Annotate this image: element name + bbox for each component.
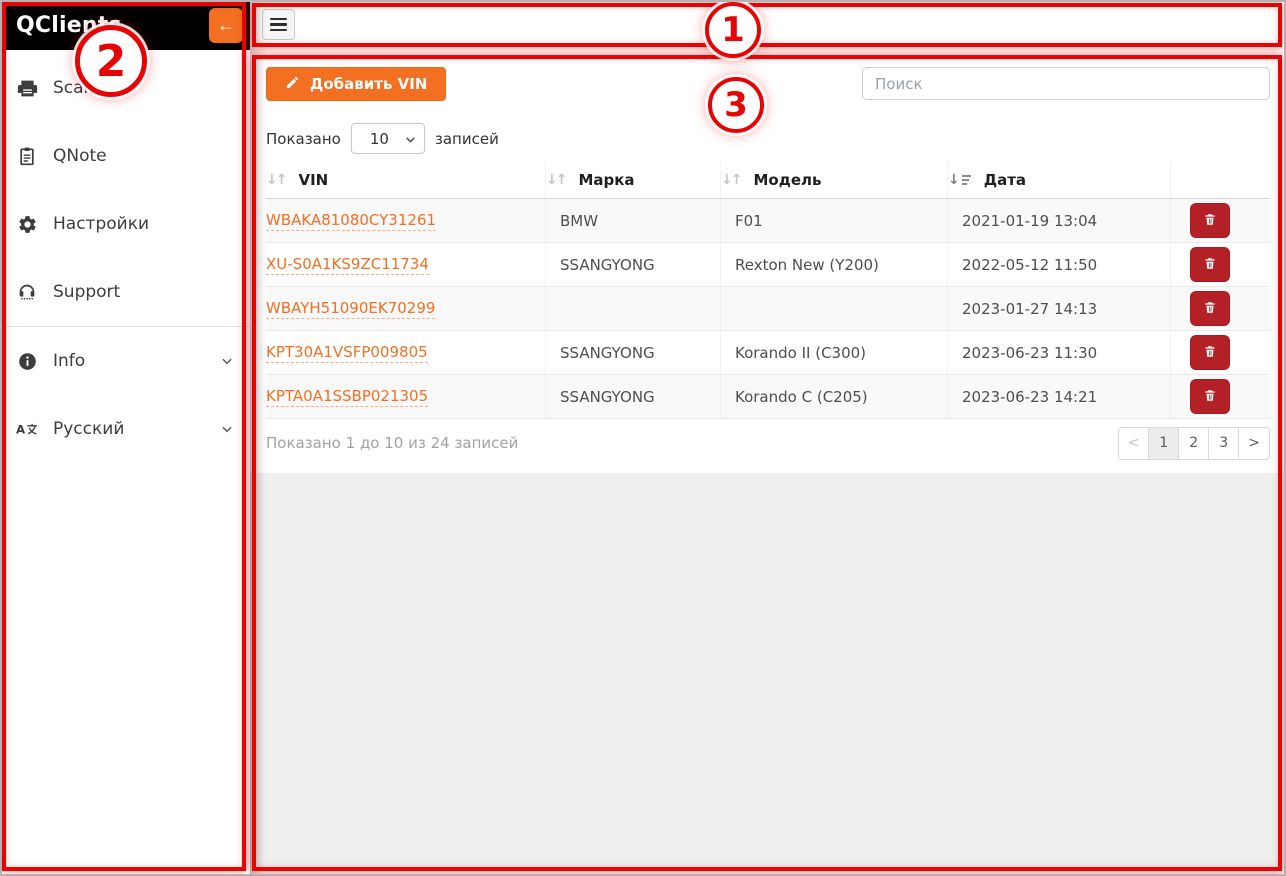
sort-icon: ↓↑	[721, 172, 740, 188]
toolbar-row: Добавить VIN	[266, 46, 1270, 101]
brand-cell: SSANGYONG	[546, 243, 721, 286]
date-cell: 2021-01-19 13:04	[948, 199, 1171, 242]
date-cell: 2023-01-27 14:13	[948, 287, 1171, 330]
delete-button[interactable]	[1190, 335, 1230, 370]
vin-link[interactable]: KPT30A1VSFP009805	[266, 343, 428, 363]
date-cell: 2022-05-12 11:50	[948, 243, 1171, 286]
table-row: XU-S0A1KS9ZC11734 SSANGYONG Rexton New (…	[266, 243, 1270, 287]
sort-desc-icon: ↓	[948, 173, 971, 187]
svg-text:A: A	[16, 423, 26, 437]
sidebar-nav: ScanDoc QNote Настройки Support	[0, 50, 250, 463]
table-body: WBAKA81080CY31261 BMW F01 2021-01-19 13:…	[266, 199, 1270, 419]
printer-icon	[16, 77, 38, 99]
column-header-date[interactable]: ↓ Дата	[948, 161, 1171, 198]
chevron-down-icon	[220, 422, 234, 436]
delete-button[interactable]	[1190, 203, 1230, 238]
pagination-page-1[interactable]: 1	[1149, 427, 1179, 460]
sidebar-item-label: Support	[53, 282, 120, 302]
pencil-icon	[285, 75, 300, 94]
sidebar-item-label: Настройки	[53, 214, 149, 234]
headset-icon	[16, 281, 38, 303]
model-cell: F01	[721, 199, 948, 242]
sidebar-item-language[interactable]: A Русский	[0, 395, 250, 463]
sidebar-item-scandoc[interactable]: ScanDoc	[0, 54, 250, 122]
vin-link[interactable]: WBAKA81080CY31261	[266, 211, 436, 231]
model-cell: Korando II (C300)	[721, 331, 948, 374]
table-row: WBAYH51090EK70299 2023-01-27 14:13	[266, 287, 1270, 331]
sidebar-item-label: Info	[53, 351, 85, 371]
pagination-prev-button[interactable]: <	[1118, 427, 1150, 460]
length-suffix-label: записей	[435, 130, 499, 148]
add-vin-button[interactable]: Добавить VIN	[266, 67, 446, 101]
delete-button[interactable]	[1190, 379, 1230, 414]
table-row: KPT30A1VSFP009805 SSANGYONG Korando II (…	[266, 331, 1270, 375]
trash-icon	[1203, 256, 1217, 274]
sidebar-item-label: QNote	[53, 146, 107, 166]
model-cell	[721, 287, 948, 330]
vin-table: ↓↑ VIN ↓↑ Марка ↓↑ Модель ↓	[266, 161, 1270, 419]
sidebar-header: QClients ←	[0, 0, 250, 50]
vin-link[interactable]: XU-S0A1KS9ZC11734	[266, 255, 429, 275]
delete-button[interactable]	[1190, 291, 1230, 326]
topbar	[250, 0, 1286, 46]
sidebar-item-info[interactable]: Info	[0, 327, 250, 395]
trash-icon	[1203, 344, 1217, 362]
language-icon: A	[16, 418, 38, 440]
delete-button[interactable]	[1190, 247, 1230, 282]
info-icon	[16, 350, 38, 372]
brand-cell: BMW	[546, 199, 721, 242]
brand-cell: SSANGYONG	[546, 331, 721, 374]
hamburger-icon	[270, 18, 287, 20]
add-vin-label: Добавить VIN	[310, 75, 427, 93]
clipboard-icon	[16, 145, 38, 167]
pagination-page-2[interactable]: 2	[1179, 427, 1209, 460]
search-input[interactable]	[862, 67, 1270, 100]
sidebar: QClients ← ScanDoc QNote	[0, 0, 250, 876]
gear-icon	[16, 213, 38, 235]
chevron-down-icon	[220, 354, 234, 368]
sidebar-item-qnote[interactable]: QNote	[0, 122, 250, 190]
trash-icon	[1203, 388, 1217, 406]
vin-link[interactable]: KPTA0A1SSBP021305	[266, 387, 428, 407]
column-header-brand[interactable]: ↓↑ Марка	[546, 161, 721, 198]
table-footer: Показано 1 до 10 из 24 записей < 1 2 3 >	[266, 425, 1270, 461]
column-header-actions	[1171, 161, 1270, 198]
table-row: WBAKA81080CY31261 BMW F01 2021-01-19 13:…	[266, 199, 1270, 243]
sidebar-item-support[interactable]: Support	[0, 258, 250, 326]
sort-icon: ↓↑	[546, 172, 565, 188]
sidebar-item-settings[interactable]: Настройки	[0, 190, 250, 258]
page-length-control: Показано 10 записей	[266, 123, 1270, 154]
table-row: KPTA0A1SSBP021305 SSANGYONG Korando C (C…	[266, 375, 1270, 419]
app-window: QClients ← ScanDoc QNote	[0, 0, 1286, 876]
sidebar-collapse-button[interactable]: ←	[209, 8, 243, 43]
column-header-model[interactable]: ↓↑ Модель	[721, 161, 948, 198]
brand-cell	[546, 287, 721, 330]
sidebar-item-label: Русский	[53, 419, 124, 439]
brand-cell: SSANGYONG	[546, 375, 721, 418]
pagination: < 1 2 3 >	[1118, 427, 1270, 460]
model-cell: Rexton New (Y200)	[721, 243, 948, 286]
trash-icon	[1203, 300, 1217, 318]
sidebar-toggle-button[interactable]	[262, 9, 295, 40]
vin-link[interactable]: WBAYH51090EK70299	[266, 299, 435, 319]
column-header-vin[interactable]: ↓↑ VIN	[266, 161, 546, 198]
page-length-select[interactable]: 10	[351, 123, 425, 154]
model-cell: Korando C (C205)	[721, 375, 948, 418]
date-cell: 2023-06-23 14:21	[948, 375, 1171, 418]
table-header-row: ↓↑ VIN ↓↑ Марка ↓↑ Модель ↓	[266, 161, 1270, 199]
records-summary: Показано 1 до 10 из 24 записей	[266, 434, 518, 452]
app-title: QClients	[16, 13, 122, 38]
sort-icon: ↓↑	[266, 172, 285, 188]
pagination-page-3[interactable]: 3	[1209, 427, 1239, 460]
sidebar-item-label: ScanDoc	[53, 78, 127, 98]
length-prefix-label: Показано	[266, 130, 341, 148]
content-card: Добавить VIN Показано 10 записей	[250, 46, 1286, 473]
trash-icon	[1203, 212, 1217, 230]
arrow-left-icon: ←	[217, 15, 235, 36]
date-cell: 2023-06-23 11:30	[948, 331, 1171, 374]
main-area: Добавить VIN Показано 10 записей	[250, 0, 1286, 876]
pagination-next-button[interactable]: >	[1239, 427, 1270, 460]
